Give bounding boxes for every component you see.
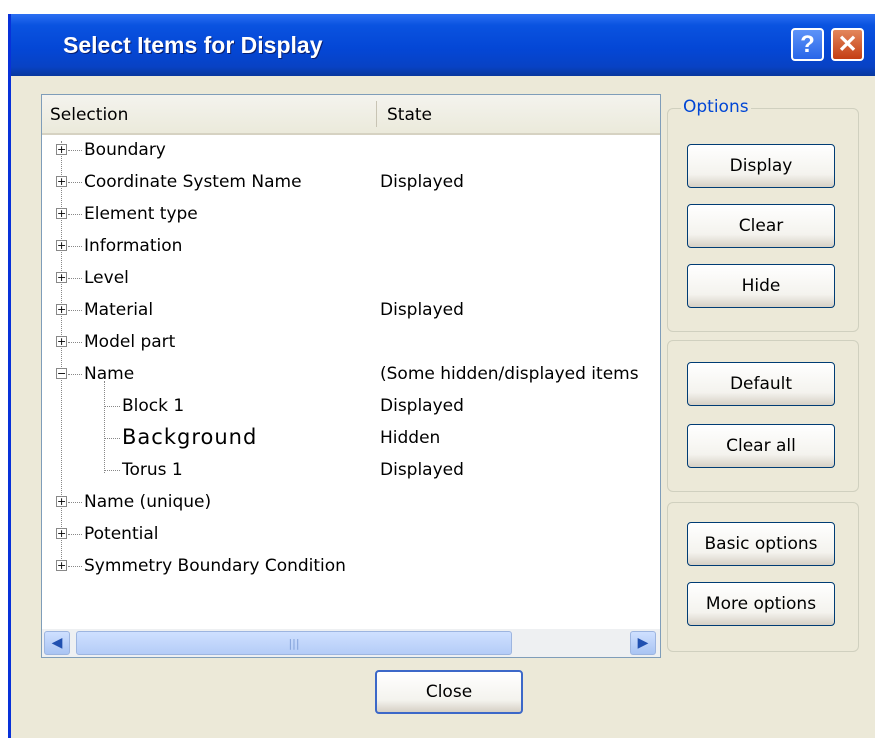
tree-connector bbox=[68, 182, 82, 184]
close-button[interactable]: Close bbox=[375, 670, 523, 714]
tree-row-symmetry-boundary-condition[interactable]: + Symmetry Boundary Condition bbox=[42, 551, 660, 583]
column-divider[interactable] bbox=[376, 101, 377, 127]
dialog-title: Select Items for Display bbox=[63, 32, 323, 58]
row-label: Material bbox=[84, 300, 154, 320]
row-state: Displayed bbox=[380, 460, 464, 480]
help-icon: ? bbox=[800, 30, 815, 58]
row-label: Symmetry Boundary Condition bbox=[84, 556, 346, 576]
tree-row-background[interactable]: Background Hidden bbox=[42, 423, 660, 455]
tree-row-name-unique[interactable]: + Name (unique) bbox=[42, 487, 660, 519]
tree-connector bbox=[104, 438, 120, 440]
tree-connector bbox=[104, 470, 120, 472]
row-label: Element type bbox=[84, 204, 198, 224]
selection-list[interactable]: Selection State + Boundary + Coordinate … bbox=[41, 94, 661, 658]
title-bar[interactable]: Select Items for Display ? ✕ bbox=[11, 14, 875, 76]
row-state: Displayed bbox=[380, 300, 464, 320]
tree-row-boundary[interactable]: + Boundary bbox=[42, 135, 660, 167]
tree-row-model-part[interactable]: + Model part bbox=[42, 327, 660, 359]
expand-icon[interactable]: + bbox=[56, 560, 67, 571]
row-label: Name (unique) bbox=[84, 492, 212, 512]
row-label: Name bbox=[84, 364, 135, 384]
tree-row-element-type[interactable]: + Element type bbox=[42, 199, 660, 231]
tree-row-name[interactable]: − Name (Some hidden/displayed items bbox=[42, 359, 660, 391]
tree-row-material[interactable]: + Material Displayed bbox=[42, 295, 660, 327]
grip-icon: ||| bbox=[288, 636, 300, 650]
expand-icon[interactable]: + bbox=[56, 528, 67, 539]
tree-row-block-1[interactable]: Block 1 Displayed bbox=[42, 391, 660, 423]
row-label: Block 1 bbox=[122, 396, 185, 416]
scroll-thumb[interactable]: ||| bbox=[76, 631, 512, 655]
close-icon: ✕ bbox=[837, 31, 858, 58]
column-header-state[interactable]: State bbox=[387, 105, 432, 125]
tree-row-potential[interactable]: + Potential bbox=[42, 519, 660, 551]
display-button[interactable]: Display bbox=[687, 144, 835, 188]
hide-button[interactable]: Hide bbox=[687, 264, 835, 308]
row-label: Potential bbox=[84, 524, 159, 544]
horizontal-scrollbar[interactable]: ◀ ||| ▶ bbox=[42, 629, 660, 657]
options-group-label: Options bbox=[681, 97, 751, 117]
tree-connector bbox=[68, 566, 82, 568]
row-label: Information bbox=[84, 236, 183, 256]
list-header: Selection State bbox=[42, 95, 660, 135]
tree-connector bbox=[68, 342, 82, 344]
row-label: Torus 1 bbox=[122, 460, 183, 480]
clear-all-button[interactable]: Clear all bbox=[687, 424, 835, 468]
dialog-window: Select Items for Display ? ✕ Selection S… bbox=[8, 14, 875, 738]
row-label: Coordinate System Name bbox=[84, 172, 302, 192]
expand-icon[interactable]: + bbox=[56, 336, 67, 347]
row-label: Model part bbox=[84, 332, 176, 352]
tree-connector bbox=[68, 150, 82, 152]
tree-connector bbox=[68, 374, 82, 376]
tree-row-coordinate-system-name[interactable]: + Coordinate System Name Displayed bbox=[42, 167, 660, 199]
tree-connector bbox=[68, 214, 82, 216]
row-state: Hidden bbox=[380, 428, 441, 448]
row-label: Background bbox=[122, 425, 258, 449]
expand-icon[interactable]: + bbox=[56, 144, 67, 155]
collapse-icon[interactable]: − bbox=[56, 368, 67, 379]
row-state: Displayed bbox=[380, 172, 464, 192]
tree-connector bbox=[68, 246, 82, 248]
expand-icon[interactable]: + bbox=[56, 240, 67, 251]
basic-options-button[interactable]: Basic options bbox=[687, 522, 835, 566]
row-state: (Some hidden/displayed items bbox=[380, 364, 639, 384]
tree-connector bbox=[104, 406, 120, 408]
clear-button[interactable]: Clear bbox=[687, 204, 835, 248]
tree-row-level[interactable]: + Level bbox=[42, 263, 660, 295]
scroll-right-button[interactable]: ▶ bbox=[630, 631, 656, 655]
tree-connector bbox=[68, 502, 82, 504]
row-label: Level bbox=[84, 268, 129, 288]
tree-connector bbox=[68, 310, 82, 312]
expand-icon[interactable]: + bbox=[56, 176, 67, 187]
help-button[interactable]: ? bbox=[791, 28, 824, 61]
more-options-button[interactable]: More options bbox=[687, 582, 835, 626]
title-close-button[interactable]: ✕ bbox=[831, 28, 864, 61]
tree-connector bbox=[68, 278, 82, 280]
arrow-left-icon: ◀ bbox=[51, 635, 63, 651]
expand-icon[interactable]: + bbox=[56, 208, 67, 219]
expand-icon[interactable]: + bbox=[56, 304, 67, 315]
expand-icon[interactable]: + bbox=[56, 496, 67, 507]
scroll-left-button[interactable]: ◀ bbox=[44, 631, 70, 655]
row-label: Boundary bbox=[84, 140, 166, 160]
tree-row-information[interactable]: + Information bbox=[42, 231, 660, 263]
tree-connector bbox=[68, 534, 82, 536]
tree-row-torus-1[interactable]: Torus 1 Displayed bbox=[42, 455, 660, 487]
default-button[interactable]: Default bbox=[687, 362, 835, 406]
arrow-right-icon: ▶ bbox=[637, 635, 649, 651]
expand-icon[interactable]: + bbox=[56, 272, 67, 283]
row-state: Displayed bbox=[380, 396, 464, 416]
column-header-selection[interactable]: Selection bbox=[50, 105, 128, 125]
